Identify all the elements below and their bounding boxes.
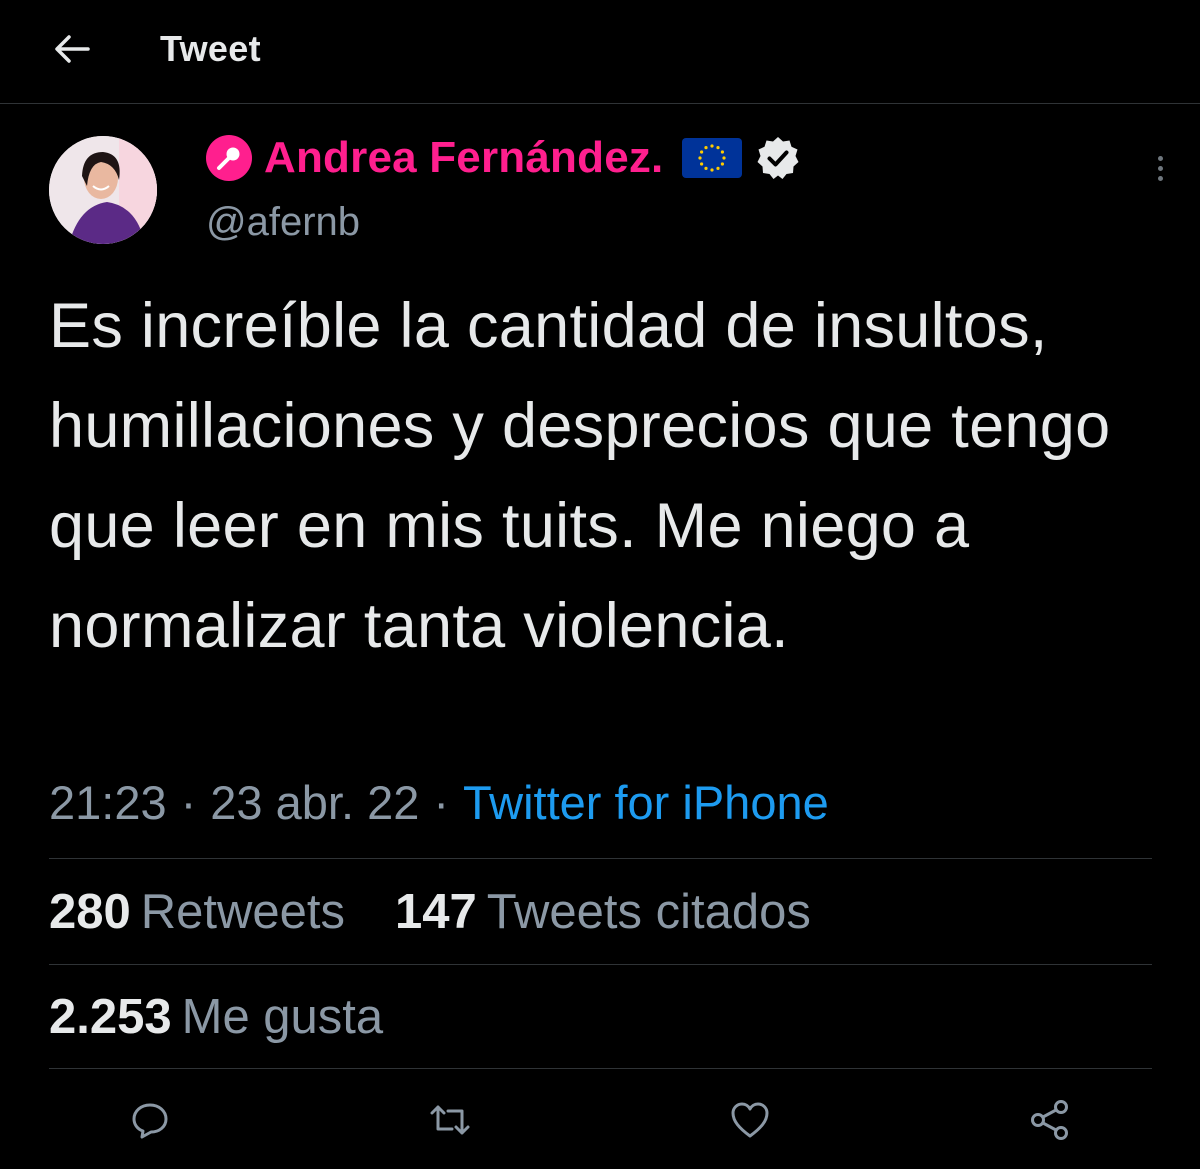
retweet-stats-row: 280 Retweets 147 Tweets citados [49, 882, 861, 942]
action-bar [0, 1070, 1200, 1169]
back-button[interactable] [44, 26, 100, 72]
meta-separator: · [180, 775, 197, 829]
reply-button[interactable] [128, 1098, 172, 1142]
likes-count[interactable]: 2.253 [49, 989, 172, 1045]
retweets-count[interactable]: 280 [49, 884, 131, 940]
more-options-icon[interactable] [1146, 148, 1174, 188]
retweet-icon [430, 1105, 470, 1135]
eu-flag-icon [681, 138, 742, 178]
quotes-label[interactable]: Tweets citados [487, 884, 811, 940]
top-bar: Tweet [0, 0, 1200, 104]
divider [49, 1068, 1152, 1069]
author-handle[interactable]: @afernb [206, 200, 360, 245]
reply-icon [132, 1103, 168, 1139]
tweet-date: 23 abr. 22 [210, 775, 420, 829]
share-icon [1031, 1100, 1068, 1140]
likes-stats-row: 2.253 Me gusta [49, 987, 433, 1047]
avatar[interactable] [49, 136, 157, 244]
share-button[interactable] [1028, 1098, 1072, 1142]
retweet-button[interactable] [428, 1098, 472, 1142]
quotes-count[interactable]: 147 [395, 884, 477, 940]
like-button[interactable] [728, 1098, 772, 1142]
verified-badge-icon [754, 134, 802, 182]
meta-separator: · [433, 775, 450, 829]
tweet-source-link[interactable]: Twitter for iPhone [463, 775, 829, 830]
divider [49, 858, 1152, 859]
arrow-left-icon [55, 35, 90, 63]
divider [49, 964, 1152, 965]
microphone-icon [206, 135, 252, 181]
author-name[interactable]: Andrea Fernández. [264, 133, 664, 183]
like-icon [731, 1102, 769, 1138]
likes-label[interactable]: Me gusta [182, 989, 384, 1045]
profile-photo [49, 136, 157, 244]
tweet-meta: 21:23 · 23 abr. 22 · Twitter for iPhone [49, 772, 829, 832]
tweet-time: 21:23 [49, 775, 167, 829]
page-title: Tweet [160, 28, 261, 69]
tweet-text: Es increíble la cantidad de insultos, hu… [49, 291, 1111, 661]
author-name-row: Andrea Fernández. [206, 130, 802, 186]
retweets-label[interactable]: Retweets [141, 884, 345, 940]
